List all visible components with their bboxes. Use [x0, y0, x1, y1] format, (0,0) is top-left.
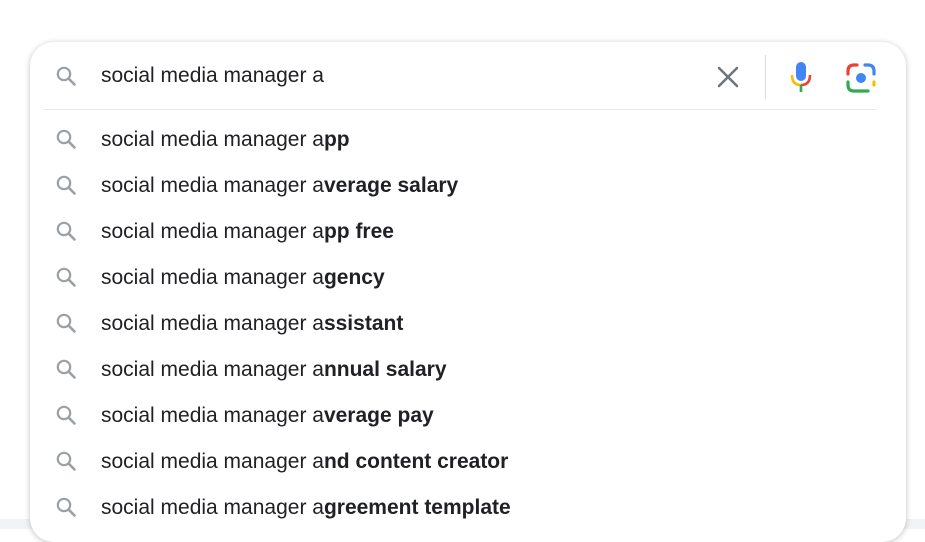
suggestion-text: social media manager assistant [101, 310, 403, 338]
search-input-row[interactable]: social media manager a [30, 42, 906, 110]
microphone-icon [788, 62, 814, 98]
toolbar-divider [765, 55, 766, 99]
suggestion-completion: ssistant [323, 312, 404, 335]
clear-button[interactable] [713, 62, 743, 92]
search-box: social media manager a social media mana… [30, 42, 906, 542]
suggestion-text: social media manager agency [101, 264, 385, 292]
suggestion-completion: verage salary [323, 174, 459, 197]
suggestion-prefix: social media manager a [101, 128, 324, 151]
search-icon [54, 127, 78, 151]
search-icon [54, 449, 78, 473]
suggestion-prefix: social media manager a [101, 220, 324, 243]
suggestion-completion: greement template [323, 496, 511, 519]
image-search-button[interactable] [845, 62, 877, 94]
suggestion-completion: pp [323, 128, 350, 151]
suggestion-completion: nd content creator [323, 450, 509, 473]
suggestion-text: social media manager average pay [101, 402, 434, 430]
suggestion-text: social media manager and content creator [101, 448, 508, 476]
suggestion-item[interactable]: social media manager agreement template [30, 485, 906, 531]
suggestion-item[interactable]: social media manager average salary [30, 163, 906, 209]
close-icon [713, 66, 743, 96]
input-suggestions-divider [44, 109, 876, 110]
search-icon [54, 64, 78, 88]
suggestion-item[interactable]: social media manager average pay [30, 393, 906, 439]
suggestion-prefix: social media manager a [101, 450, 324, 473]
suggestion-text: social media manager agreement template [101, 494, 511, 522]
search-icon [54, 403, 78, 427]
suggestion-completion: gency [323, 266, 385, 289]
suggestion-completion: verage pay [323, 404, 434, 427]
search-icon [54, 173, 78, 197]
suggestion-completion: pp free [323, 220, 394, 243]
suggestion-prefix: social media manager a [101, 174, 324, 197]
suggestion-completion: nnual salary [323, 358, 447, 381]
suggestion-prefix: social media manager a [101, 266, 324, 289]
suggestion-text: social media manager average salary [101, 172, 458, 200]
suggestions-list: social media manager app social media ma… [30, 117, 906, 531]
suggestion-item[interactable]: social media manager annual salary [30, 347, 906, 393]
suggestion-text: social media manager annual salary [101, 356, 447, 384]
suggestion-item[interactable]: social media manager assistant [30, 301, 906, 347]
search-icon [54, 357, 78, 381]
suggestion-item[interactable]: social media manager agency [30, 255, 906, 301]
suggestion-text: social media manager app free [101, 218, 394, 246]
suggestion-text: social media manager app [101, 126, 350, 154]
suggestion-item[interactable]: social media manager and content creator [30, 439, 906, 485]
search-icon [54, 219, 78, 243]
google-lens-icon [845, 63, 877, 98]
suggestion-prefix: social media manager a [101, 404, 324, 427]
suggestion-item[interactable]: social media manager app [30, 117, 906, 163]
search-icon [54, 311, 78, 335]
suggestion-prefix: social media manager a [101, 358, 324, 381]
search-input[interactable]: social media manager a [101, 62, 324, 90]
search-icon [54, 265, 78, 289]
suggestion-prefix: social media manager a [101, 496, 324, 519]
voice-search-button[interactable] [788, 60, 814, 94]
suggestion-prefix: social media manager a [101, 312, 324, 335]
suggestion-item[interactable]: social media manager app free [30, 209, 906, 255]
search-icon [54, 495, 78, 519]
